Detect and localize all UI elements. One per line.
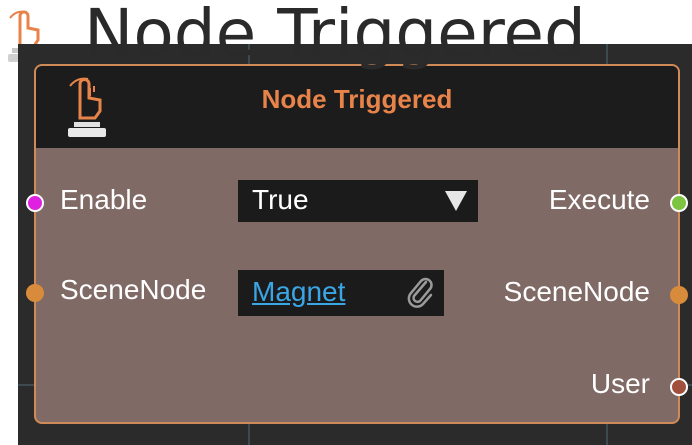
- scenenode-output-pin[interactable]: [670, 286, 688, 304]
- enable-dropdown[interactable]: True: [238, 180, 478, 222]
- scenenode-output-label: SceneNode: [503, 276, 650, 307]
- overlay-title: Node Triggered: [84, 0, 586, 72]
- scenenode-reference-field[interactable]: Magnet: [238, 270, 444, 316]
- scenenode-reference-link[interactable]: Magnet: [252, 276, 345, 308]
- user-output-pin[interactable]: [670, 378, 688, 396]
- dropdown-arrow-icon[interactable]: [444, 190, 468, 212]
- node-triggered[interactable]: Node Triggered Enable SceneNode True Mag…: [26, 64, 688, 424]
- dropdown-value: True: [252, 184, 309, 215]
- execute-output-pin[interactable]: [670, 194, 688, 212]
- node-header[interactable]: Node Triggered: [36, 66, 678, 148]
- scenenode-input-pin[interactable]: [26, 284, 44, 302]
- user-label: User: [590, 368, 650, 399]
- execute-label: Execute: [548, 184, 650, 215]
- paperclip-icon[interactable]: [406, 276, 436, 310]
- enable-input-pin[interactable]: [26, 194, 44, 212]
- scenenode-input-label: SceneNode: [60, 274, 207, 305]
- node-title: Node Triggered: [261, 84, 453, 114]
- enable-label: Enable: [60, 184, 148, 215]
